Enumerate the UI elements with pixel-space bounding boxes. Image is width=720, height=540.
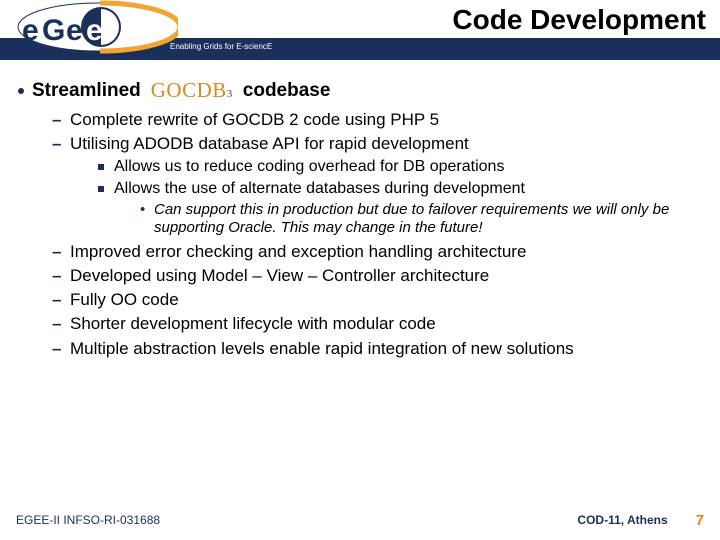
bullet-list-level1: Complete rewrite of GOCDB 2 code using P… <box>52 109 702 359</box>
footer-page-number: 7 <box>696 512 704 529</box>
list-item: Utilising ADODB database API for rapid d… <box>52 133 702 236</box>
slide-title: Code Development <box>452 4 706 36</box>
footer-right: COD-11, Athens 7 <box>577 512 704 529</box>
svg-text:e: e <box>22 14 39 47</box>
svg-text:e: e <box>66 14 83 47</box>
gocdb-logo: GOCDB3 <box>149 78 235 103</box>
list-item: Can support this in production but due t… <box>140 201 702 237</box>
footer: EGEE-II INFSO-RI-031688 COD-11, Athens 7 <box>0 506 720 540</box>
main-bullet-after: codebase <box>243 80 331 102</box>
svg-text:G: G <box>42 14 65 47</box>
header: e G e e Enabling Grids for E-sciencE Cod… <box>0 0 720 64</box>
bullet-list-level3: Can support this in production but due t… <box>140 201 702 237</box>
egee-logo: e G e e <box>8 0 178 56</box>
tagline: Enabling Grids for E-sciencE <box>170 42 272 51</box>
list-item: Allows the use of alternate databases du… <box>98 179 702 237</box>
footer-left: EGEE-II INFSO-RI-031688 <box>16 513 160 527</box>
list-item-text: Allows the use of alternate databases du… <box>114 180 525 197</box>
gocdb-logo-sub: 3 <box>227 88 233 100</box>
list-item: Allows us to reduce coding overhead for … <box>98 157 702 177</box>
list-item-text: Utilising ADODB database API for rapid d… <box>70 134 469 153</box>
main-bullet: Streamlined GOCDB3 codebase <box>18 78 702 103</box>
list-item: Fully OO code <box>52 289 702 310</box>
slide-content: Streamlined GOCDB3 codebase Complete rew… <box>0 78 720 500</box>
bullet-icon <box>18 88 24 94</box>
gocdb-logo-text: GOCDB <box>151 78 227 102</box>
list-item: Complete rewrite of GOCDB 2 code using P… <box>52 109 702 130</box>
list-item: Shorter development lifecycle with modul… <box>52 313 702 334</box>
list-item: Improved error checking and exception ha… <box>52 241 702 262</box>
footer-center: COD-11, Athens <box>577 513 667 527</box>
list-item: Multiple abstraction levels enable rapid… <box>52 338 702 359</box>
svg-text:e: e <box>86 14 103 47</box>
main-bullet-before: Streamlined <box>32 80 141 102</box>
bullet-list-level2: Allows us to reduce coding overhead for … <box>98 157 702 237</box>
list-item: Developed using Model – View – Controlle… <box>52 265 702 286</box>
